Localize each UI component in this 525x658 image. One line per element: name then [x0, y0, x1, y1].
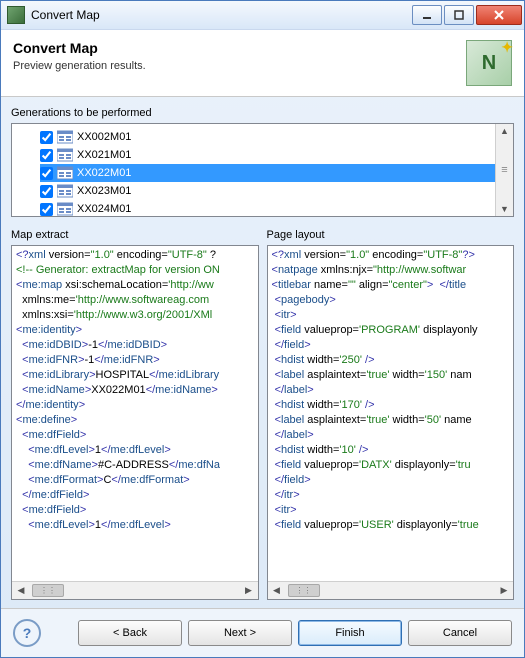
- code-line: <me:dfName>#C-ADDRESS</me:dfNa: [16, 458, 254, 473]
- code-line: <field valueprop='DATX' displayonly='tru: [272, 458, 510, 473]
- help-button[interactable]: ?: [13, 619, 41, 647]
- window-title: Convert Map: [31, 8, 410, 22]
- minimize-button[interactable]: [412, 5, 442, 25]
- code-line: <hdist width='250' />: [272, 353, 510, 368]
- scroll-thumb[interactable]: ⋮⋮: [288, 584, 320, 597]
- map-icon: [57, 202, 73, 216]
- code-line: </label>: [272, 428, 510, 443]
- page-title: Convert Map: [13, 40, 466, 56]
- list-item[interactable]: XX021M01: [40, 146, 495, 164]
- code-line: <me:idDBID>-1</me:idDBID>: [16, 338, 254, 353]
- code-line: <hdist width='170' />: [272, 398, 510, 413]
- page-layout-hscroll[interactable]: ◀ ⋮⋮ ▶: [268, 581, 514, 599]
- code-line: <me:dfField>: [16, 503, 254, 518]
- page-layout-pane: Page layout <?xml version="1.0" encoding…: [267, 227, 515, 600]
- scroll-up-icon[interactable]: ▲: [500, 126, 509, 136]
- code-line: <me:dfField>: [16, 428, 254, 443]
- list-item-checkbox[interactable]: [40, 131, 53, 144]
- list-item[interactable]: XX022M01: [40, 164, 495, 182]
- code-line: xmlns:me='http://www.softwareag.com: [16, 293, 254, 308]
- list-item-checkbox[interactable]: [40, 149, 53, 162]
- scroll-thumb[interactable]: ⋮⋮: [32, 584, 64, 597]
- map-icon: [57, 166, 73, 180]
- code-line: <me:identity>: [16, 323, 254, 338]
- list-item[interactable]: XX023M01: [40, 182, 495, 200]
- generations-list[interactable]: XX002M01 XX021M01 XX022M01 XX023M01 XX024M01…: [11, 123, 514, 217]
- code-line: <field valueprop='PROGRAM' displayonly: [272, 323, 510, 338]
- generations-label: Generations to be performed: [11, 107, 514, 119]
- page-subtitle: Preview generation results.: [13, 60, 466, 72]
- app-icon: [7, 6, 25, 24]
- code-line: <me:map xsi:schemaLocation='http://ww: [16, 278, 254, 293]
- list-item[interactable]: XX002M01: [40, 128, 495, 146]
- list-scrollbar[interactable]: ▲ ≡ ▼: [495, 124, 513, 216]
- button-bar: ? < Back Next > Finish Cancel: [1, 608, 524, 657]
- code-line: <titlebar name="" align="center"> </titl…: [272, 278, 510, 293]
- code-line: <field valueprop='USER' displayonly='tru…: [272, 518, 510, 533]
- scroll-left-icon[interactable]: ◀: [270, 585, 284, 596]
- list-item-label: XX023M01: [77, 185, 131, 197]
- header-logo-icon: N✦: [466, 40, 512, 86]
- content-area: Generations to be performed XX002M01 XX02…: [1, 97, 524, 608]
- code-line: <me:define>: [16, 413, 254, 428]
- wizard-header: Convert Map Preview generation results. …: [1, 30, 524, 97]
- code-line: <me:dfLevel>1</me:dfLevel>: [16, 443, 254, 458]
- map-icon: [57, 184, 73, 198]
- map-icon: [57, 130, 73, 144]
- finish-button[interactable]: Finish: [298, 620, 402, 646]
- map-extract-viewer[interactable]: <?xml version="1.0" encoding="UTF-8" ?<!…: [11, 245, 259, 600]
- titlebar[interactable]: Convert Map: [1, 1, 524, 30]
- back-button[interactable]: < Back: [78, 620, 182, 646]
- close-button[interactable]: [476, 5, 522, 25]
- page-layout-viewer[interactable]: <?xml version="1.0" encoding="UTF-8"?><n…: [267, 245, 515, 600]
- code-line: <itr>: [272, 503, 510, 518]
- code-line: </me:dfField>: [16, 488, 254, 503]
- map-extract-pane: Map extract <?xml version="1.0" encoding…: [11, 227, 259, 600]
- code-line: <me:idLibrary>HOSPITAL</me:idLibrary: [16, 368, 254, 383]
- next-button[interactable]: Next >: [188, 620, 292, 646]
- map-extract-hscroll[interactable]: ◀ ⋮⋮ ▶: [12, 581, 258, 599]
- code-line: <pagebody>: [272, 293, 510, 308]
- code-line: <label asplaintext='true' width='50' nam…: [272, 413, 510, 428]
- code-line: <itr>: [272, 308, 510, 323]
- scroll-left-icon[interactable]: ◀: [14, 585, 28, 596]
- code-line: <me:idFNR>-1</me:idFNR>: [16, 353, 254, 368]
- code-line: </me:identity>: [16, 398, 254, 413]
- list-item-label: XX021M01: [77, 149, 131, 161]
- code-line: <me:dfFormat>C</me:dfFormat>: [16, 473, 254, 488]
- code-line: <me:dfLevel>1</me:dfLevel>: [16, 518, 254, 533]
- maximize-button[interactable]: [444, 5, 474, 25]
- scroll-right-icon[interactable]: ▶: [497, 585, 511, 596]
- code-line: <natpage xmlns:njx="http://www.softwar: [272, 263, 510, 278]
- scroll-grip-icon[interactable]: ≡: [501, 164, 507, 176]
- list-item-checkbox[interactable]: [40, 167, 53, 180]
- map-extract-label: Map extract: [11, 229, 259, 241]
- list-item-label: XX002M01: [77, 131, 131, 143]
- code-line: </label>: [272, 383, 510, 398]
- list-item[interactable]: XX024M01: [40, 200, 495, 216]
- code-line: </itr>: [272, 488, 510, 503]
- scroll-down-icon[interactable]: ▼: [500, 204, 509, 214]
- list-item-checkbox[interactable]: [40, 185, 53, 198]
- code-line: <?xml version="1.0" encoding="UTF-8" ?: [16, 248, 254, 263]
- code-line: xmlns:xsi='http://www.w3.org/2001/XMl: [16, 308, 254, 323]
- list-item-label: XX024M01: [77, 203, 131, 215]
- code-line: </field>: [272, 473, 510, 488]
- code-line: <label asplaintext='true' width='150' na…: [272, 368, 510, 383]
- dialog-window: Convert Map Convert Map Preview generati…: [0, 0, 525, 658]
- cancel-button[interactable]: Cancel: [408, 620, 512, 646]
- map-icon: [57, 148, 73, 162]
- code-line: </field>: [272, 338, 510, 353]
- list-item-checkbox[interactable]: [40, 203, 53, 216]
- list-item-label: XX022M01: [77, 167, 131, 179]
- code-line: <me:idName>XX022M01</me:idName>: [16, 383, 254, 398]
- page-layout-label: Page layout: [267, 229, 515, 241]
- code-line: <hdist width='10' />: [272, 443, 510, 458]
- code-line: <?xml version="1.0" encoding="UTF-8"?>: [272, 248, 510, 263]
- scroll-right-icon[interactable]: ▶: [242, 585, 256, 596]
- code-line: <!-- Generator: extractMap for version O…: [16, 263, 254, 278]
